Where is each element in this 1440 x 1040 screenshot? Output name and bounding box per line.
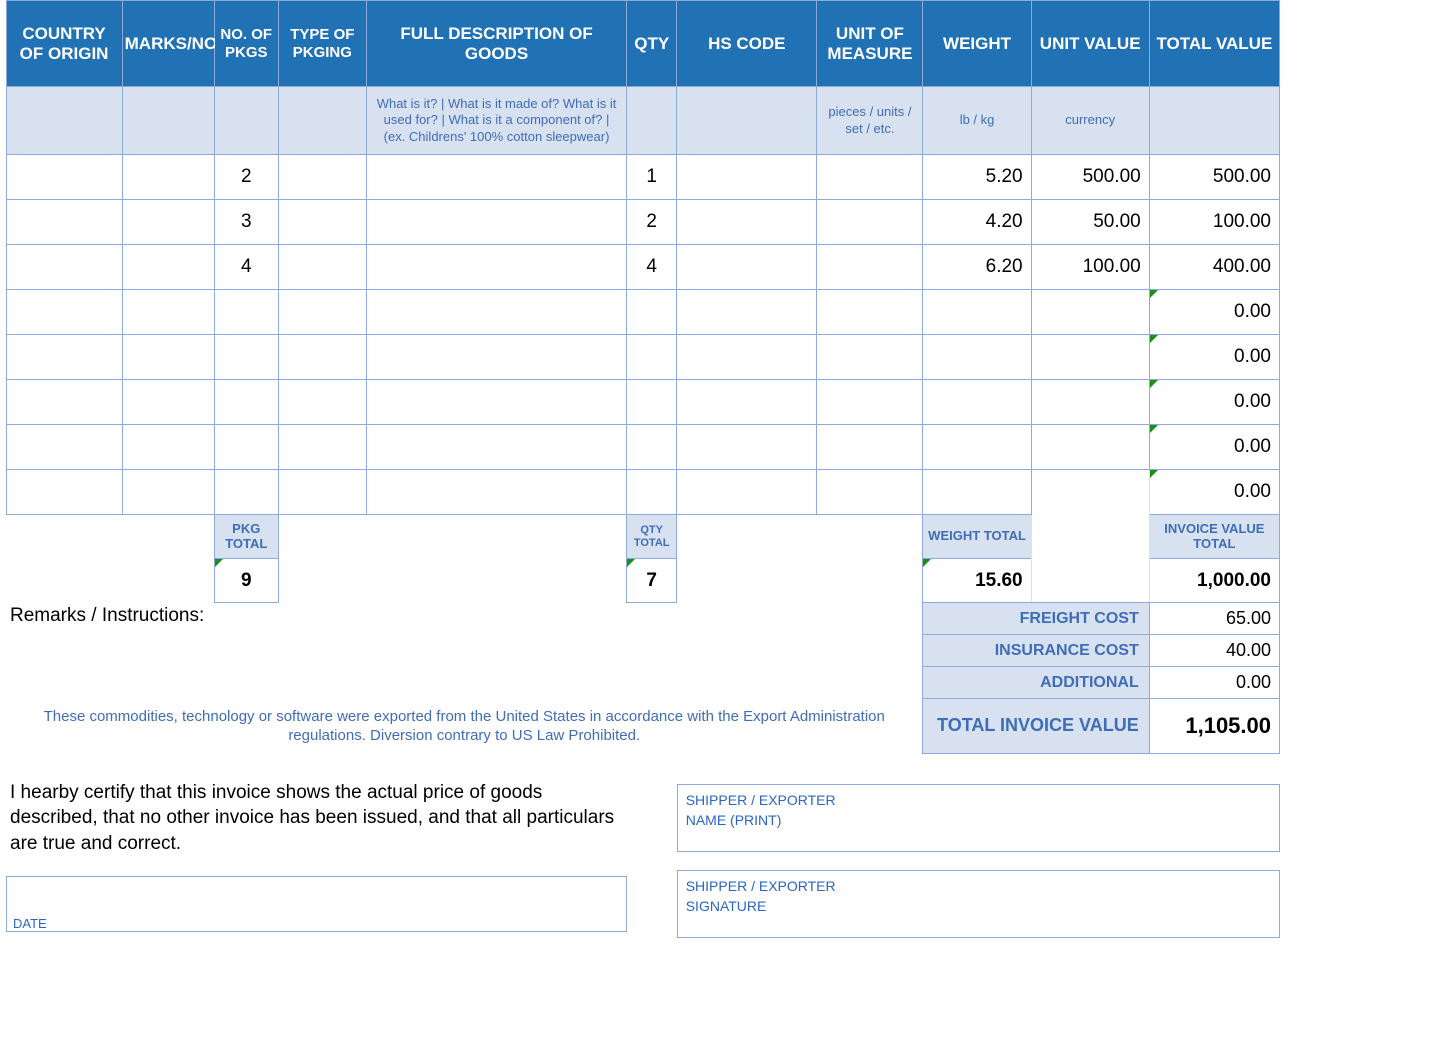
table-row: 2 1 5.20 500.00 500.00 [0,155,1280,200]
remarks-label: Remarks / Instructions: [6,603,923,699]
cell-totalval[interactable]: 0.00 [1150,346,1279,368]
cell-unitval[interactable]: 500.00 [1032,166,1149,188]
hdr-desc: FULL DESCRIPTION OF GOODS [366,1,626,87]
shipper-sig-line1: SHIPPER / EXPORTER [686,877,1271,897]
costs-row-freight: Remarks / Instructions: FREIGHT COST 65.… [0,603,1280,635]
pkg-total-label: PKG TOTAL [214,515,278,559]
table-row: 0.00 [0,470,1280,515]
ins-value[interactable]: 40.00 [1149,635,1279,667]
qty-total: 7 [627,570,676,592]
add-value[interactable]: 0.00 [1149,667,1279,699]
cell-totalval[interactable]: 0.00 [1150,436,1279,458]
weight-total: 15.60 [923,570,1030,592]
grand-label: TOTAL INVOICE VALUE [923,699,1149,754]
cell-totalval[interactable]: 500.00 [1150,166,1279,188]
cell-totalval[interactable]: 100.00 [1150,211,1279,233]
hint-row: What is it? | What is it made of? What i… [0,87,1280,155]
add-label: ADDITIONAL [923,667,1149,699]
commercial-invoice-table: COUNTRY OF ORIGIN MARKS/NO's NO. OF PKGS… [0,0,1280,938]
table-row: 3 2 4.20 50.00 100.00 [0,200,1280,245]
date-box[interactable]: DATE [6,876,627,932]
freight-value[interactable]: 65.00 [1149,603,1279,635]
hint-weight: lb / kg [923,87,1031,155]
table-row: 0.00 [0,290,1280,335]
table-row: 4 4 6.20 100.00 400.00 [0,245,1280,290]
pkg-total: 9 [215,570,278,592]
table-row: 0.00 [0,425,1280,470]
hdr-nopkgs: NO. OF PKGS [214,1,278,87]
certify-row: I hearby certify that this invoice shows… [0,776,1280,861]
hdr-unitval: UNIT VALUE [1031,1,1149,87]
cell-totalval[interactable]: 400.00 [1150,256,1279,278]
shipper-sig-line2: SIGNATURE [686,897,1271,917]
date-label: DATE [13,916,47,931]
hdr-totalval: TOTAL VALUE [1149,1,1279,87]
shipper-name-line2: NAME (PRINT) [686,811,1271,831]
freight-label: FREIGHT COST [923,603,1149,635]
hdr-qty: QTY [627,1,677,87]
qty-total-label: QTY TOTAL [627,515,677,559]
shipper-sig-box[interactable]: SHIPPER / EXPORTER SIGNATURE [677,870,1280,938]
grand-value: 1,105.00 [1149,699,1279,754]
hdr-hs: HS CODE [677,1,817,87]
hdr-uom: UNIT OF MEASURE [817,1,923,87]
hint-uom: pieces / units / set / etc. [817,87,923,155]
cell-pkgs[interactable]: 2 [215,166,278,188]
weight-total-label: WEIGHT TOTAL [923,515,1031,559]
cell-qty[interactable]: 2 [627,211,676,233]
cell-weight[interactable]: 6.20 [923,256,1030,278]
cell-totalval[interactable]: 0.00 [1150,481,1279,503]
cell-weight[interactable]: 5.20 [923,166,1030,188]
certify-text: I hearby certify that this invoice shows… [10,782,614,854]
cell-totalval[interactable]: 0.00 [1150,301,1279,323]
hdr-weight: WEIGHT [923,1,1031,87]
hdr-country: COUNTRY OF ORIGIN [6,1,122,87]
cell-unitval[interactable]: 50.00 [1032,211,1149,233]
shipper-name-line1: SHIPPER / EXPORTER [686,791,1271,811]
shipper-name-box[interactable]: SHIPPER / EXPORTER NAME (PRINT) [677,784,1280,852]
cell-qty[interactable]: 4 [627,256,676,278]
hdr-marks: MARKS/NO's [122,1,214,87]
invval-total: 1,000.00 [1150,570,1279,592]
cell-totalval[interactable]: 0.00 [1150,391,1279,413]
cell-pkgs[interactable]: 3 [215,211,278,233]
ins-label: INSURANCE COST [923,635,1149,667]
hint-unitval: currency [1031,87,1149,155]
date-sig-row: DATE SHIPPER / EXPORTER SIGNATURE [0,870,1280,938]
hint-desc: What is it? | What is it made of? What i… [366,87,626,155]
cell-pkgs[interactable]: 4 [215,256,278,278]
table-row: 0.00 [0,380,1280,425]
header-row: COUNTRY OF ORIGIN MARKS/NO's NO. OF PKGS… [0,1,1280,87]
invval-total-label: INVOICE VALUE TOTAL [1149,515,1279,559]
disclaimer-text: These commodities, technology or softwar… [6,699,923,754]
hdr-pkging: TYPE OF PKGING [278,1,366,87]
cell-unitval[interactable]: 100.00 [1032,256,1149,278]
table-row: 0.00 [0,335,1280,380]
cell-qty[interactable]: 1 [627,166,676,188]
costs-row-grand: These commodities, technology or softwar… [0,699,1280,754]
cell-weight[interactable]: 4.20 [923,211,1030,233]
